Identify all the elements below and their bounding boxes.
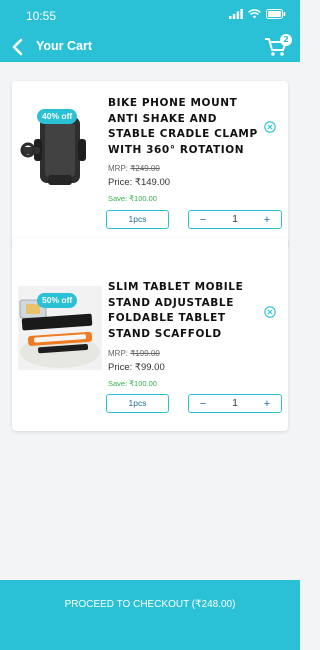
page-title: Your Cart [36,39,93,53]
mrp-label: MRP: [108,164,131,173]
signal-icon [229,9,243,19]
unit-selector[interactable]: 1pcs [106,394,169,413]
product-name: BIKE PHONE MOUNT ANTI SHAKE AND STABLE C… [108,97,258,156]
price-text: Price: ₹149.00 [108,177,171,188]
unit-selector[interactable]: 1pcs [106,210,169,229]
status-time: 10:55 [26,9,57,23]
discount-badge: 50% off [37,293,78,308]
increment-button[interactable]: + [261,214,273,226]
status-bar: 10:55 [0,0,300,32]
increment-button[interactable]: + [261,398,273,410]
mrp-value: ₹199.00 [130,349,160,358]
remove-item-icon[interactable] [264,121,276,133]
quantity-stepper: − 1 + [188,394,282,413]
quantity-stepper: − 1 + [188,210,282,229]
mrp-value: ₹249.00 [130,164,160,173]
cart-count-badge: 2 [280,34,292,46]
quantity-value: 1 [232,398,238,409]
app-bar: Your Cart 2 [0,32,300,62]
back-arrow-icon[interactable] [8,37,28,57]
wifi-icon [248,9,261,19]
discount-badge: 40% off [37,109,78,124]
mrp-label: MRP: [108,349,131,358]
mrp-text: MRP: ₹249.00 [108,164,160,173]
price-text: Price: ₹99.00 [108,362,165,373]
battery-icon [266,9,286,19]
savings-text: Save: ₹100.00 [108,379,157,388]
remove-item-icon[interactable] [264,306,276,318]
product-name: SLIM TABLET MOBILE STAND ADJUSTABLE FOLD… [108,281,244,340]
cart-item-card: 40% off BIKE PHONE MOUNT ANTI SHAKE AND … [12,81,288,247]
cart-item-card: 50% off SLIM TABLET MOBILE STAND ADJUSTA… [12,238,288,431]
savings-text: Save: ₹100.00 [108,194,157,203]
mrp-text: MRP: ₹199.00 [108,349,160,358]
decrement-button[interactable]: − [197,398,209,410]
quantity-value: 1 [232,214,238,225]
checkout-button[interactable]: PROCEED TO CHECKOUT (₹248.00) [0,580,300,650]
decrement-button[interactable]: − [197,214,209,226]
status-icons [229,9,286,19]
